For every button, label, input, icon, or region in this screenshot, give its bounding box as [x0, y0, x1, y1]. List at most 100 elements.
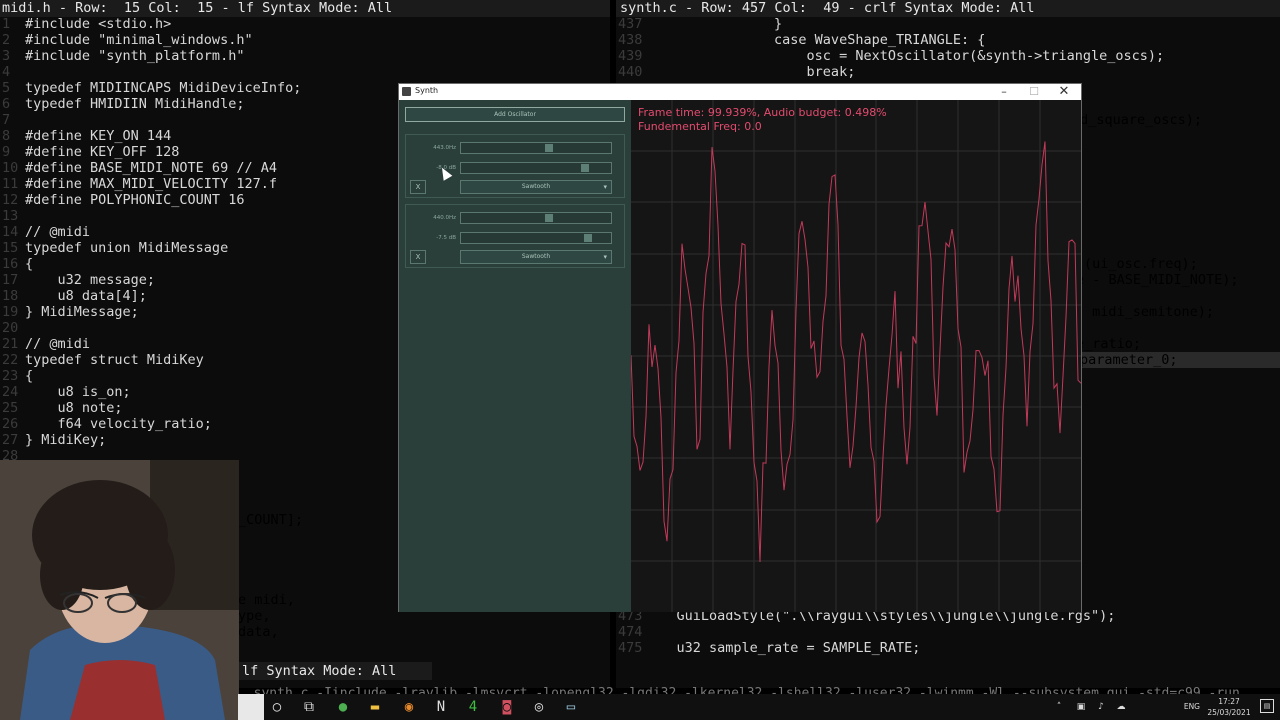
line-number: 9 — [2, 144, 11, 160]
waveform-svg — [631, 100, 1081, 612]
frequency-label: 443.0Hz — [433, 145, 456, 151]
slider-knob[interactable] — [584, 234, 592, 242]
code-line: 440 break; — [616, 64, 1280, 80]
code-fragment-highlighted: parameter_0; — [1080, 352, 1280, 368]
close-icon[interactable]: ✕ — [1049, 84, 1079, 100]
line-number: 25 — [2, 400, 19, 416]
waveform-display: Frame time: 99.939%, Audio budget: 0.498… — [631, 100, 1081, 612]
code-text: #include "minimal_windows.h" — [25, 32, 253, 48]
waveshape-value: Sawtooth — [521, 183, 551, 190]
frequency-slider[interactable] — [460, 142, 612, 154]
start-button[interactable] — [238, 694, 264, 720]
line-number: 17 — [2, 272, 19, 288]
synth-icon[interactable]: ▭ — [562, 698, 580, 716]
minimize-icon[interactable]: – — [989, 84, 1019, 100]
code-text: break; — [644, 64, 856, 80]
code-line: 475 u32 sample_rate = SAMPLE_RATE; — [616, 640, 1280, 656]
remove-oscillator-button[interactable]: X — [410, 250, 426, 264]
code-fragment: ed_square_oscs); — [1072, 112, 1203, 128]
code-text: typedef HMIDIIN MidiHandle; — [25, 96, 245, 112]
add-oscillator-button[interactable]: Add Oscillator — [405, 107, 625, 122]
code-fragment: midi_semitone); — [1084, 304, 1215, 320]
line-number: 6 — [2, 96, 11, 112]
code-line: 438 case WaveShape_TRIANGLE: { — [616, 32, 1280, 48]
code-text: // @midi — [25, 336, 91, 352]
gain-label: -7.5 dB — [436, 235, 456, 241]
gain-slider[interactable] — [460, 162, 612, 174]
left-status-bar: midi.h - Row: 15 Col: 15 - lf Syntax Mod… — [0, 0, 610, 17]
onedrive-icon[interactable]: ☁ — [1112, 698, 1130, 716]
line-number: 7 — [2, 112, 11, 128]
line-number: 14 — [2, 224, 19, 240]
right-status-bar: synth.c - Row: 457 Col: 49 - crlf Syntax… — [616, 0, 1280, 17]
code-text: } — [644, 16, 783, 32]
oscillator-card: 440.0Hz -7.5 dB X Sawtooth ▾ — [405, 204, 625, 268]
4coder-icon[interactable]: 4 — [464, 698, 482, 716]
code-line: 2 #include "minimal_windows.h" — [0, 32, 610, 48]
slider-knob[interactable] — [545, 214, 553, 222]
code-text: } MidiMessage; — [25, 304, 139, 320]
line-number: 12 — [2, 192, 19, 208]
code-line: 474 — [616, 624, 1280, 640]
outlook-icon[interactable]: ◙ — [498, 698, 516, 716]
code-fragment: e - BASE_MIDI_NOTE); — [1076, 272, 1239, 288]
volume-icon[interactable]: ♪ — [1092, 698, 1110, 716]
oscillator-card: 443.0Hz -8.0 dB X Sawtooth ▾ — [405, 134, 625, 198]
code-text: #define KEY_OFF 128 — [25, 144, 180, 160]
code-fragment: e_ratio; — [1076, 336, 1142, 352]
line-number: 26 — [2, 416, 19, 432]
waveshape-dropdown[interactable]: Sawtooth ▾ — [460, 180, 612, 194]
line-number: 8 — [2, 128, 11, 144]
code-text: u32 message; — [25, 272, 156, 288]
line-number: 20 — [2, 320, 19, 336]
search-icon[interactable]: ○ — [268, 698, 286, 716]
code-line: 439 osc = NextOscillator(&synth->triangl… — [616, 48, 1280, 64]
waveshape-dropdown[interactable]: Sawtooth ▾ — [460, 250, 612, 264]
windows-taskbar: ○ ⧉ ● ▬ ◉ N 4 ◙ ◎ ▭ ˄ ▣ ♪ ☁ ENG 17:27 25… — [238, 694, 1280, 720]
remove-oscillator-button[interactable]: X — [410, 180, 426, 194]
clock-time: 17:27 — [1218, 697, 1240, 706]
slider-knob[interactable] — [581, 164, 589, 172]
line-number: 474 — [618, 624, 643, 640]
notion-icon[interactable]: N — [432, 698, 450, 716]
gain-slider[interactable] — [460, 232, 612, 244]
code-text: typedef struct MidiKey — [25, 352, 204, 368]
left-bottom-status: lf Syntax Mode: All — [238, 662, 432, 680]
window-title: Synth — [415, 86, 439, 95]
partial-line: data, — [238, 624, 279, 640]
webcam-overlay — [0, 460, 239, 720]
line-number: 15 — [2, 240, 19, 256]
code-text: case WaveShape_TRIANGLE: { — [644, 32, 986, 48]
notification-icon[interactable]: ▤ — [1260, 699, 1274, 713]
chevron-up-icon[interactable]: ˄ — [1050, 698, 1068, 716]
code-text: #include <stdio.h> — [25, 16, 172, 32]
line-number: 13 — [2, 208, 19, 224]
partial-line: ype, — [238, 608, 271, 624]
clock-date: 25/03/2021 — [1207, 708, 1251, 717]
synth-titlebar[interactable]: Synth – ☐ ✕ — [399, 84, 1081, 100]
blender-icon[interactable]: ◉ — [400, 698, 418, 716]
line-number: 27 — [2, 432, 19, 448]
slider-knob[interactable] — [545, 144, 553, 152]
line-number: 5 — [2, 80, 11, 96]
code-line: 437 } — [616, 16, 1280, 32]
waveshape-value: Sawtooth — [521, 253, 551, 260]
frame-time-text: Frame time: 99.939%, Audio budget: 0.498… — [638, 106, 887, 119]
network-icon[interactable]: ▣ — [1072, 698, 1090, 716]
chrome-icon[interactable]: ● — [334, 698, 352, 716]
oscillator-panel: Add Oscillator 443.0Hz -8.0 dB X Sawtoot… — [399, 100, 631, 612]
language-indicator[interactable]: ENG — [1184, 702, 1200, 711]
synth-window[interactable]: Synth – ☐ ✕ Add Oscillator 443.0Hz -8.0 … — [398, 83, 1082, 612]
line-number: 2 — [2, 32, 11, 48]
frequency-slider[interactable] — [460, 212, 612, 224]
code-text: u8 data[4]; — [25, 288, 147, 304]
line-number: 16 — [2, 256, 19, 272]
obs-icon[interactable]: ◎ — [530, 698, 548, 716]
line-number: 1 — [2, 16, 11, 32]
code-line: 1 #include <stdio.h> — [0, 16, 610, 32]
line-number: 21 — [2, 336, 19, 352]
clock[interactable]: 17:27 25/03/2021 — [1204, 696, 1254, 718]
task-view-icon[interactable]: ⧉ — [300, 698, 318, 716]
maximize-icon[interactable]: ☐ — [1019, 84, 1049, 100]
explorer-icon[interactable]: ▬ — [366, 698, 384, 716]
